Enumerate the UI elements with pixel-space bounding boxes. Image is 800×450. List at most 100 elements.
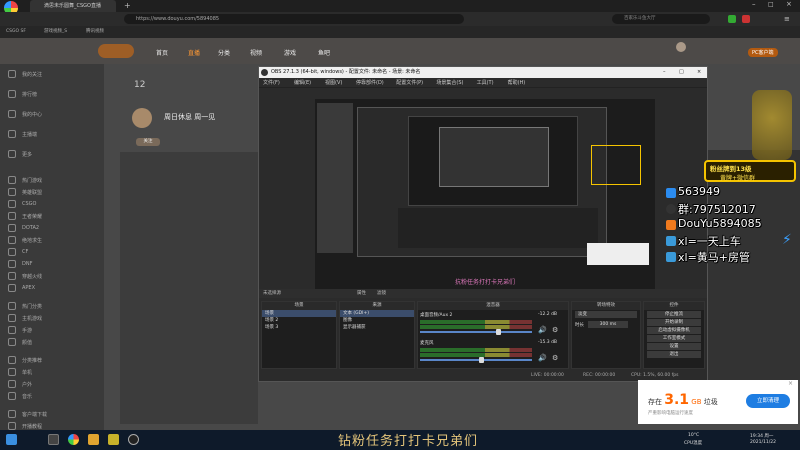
browser-taskbar-icon[interactable] — [68, 434, 79, 445]
obs-menu-item[interactable]: 配置文件(P) — [396, 79, 423, 87]
obs-taskbar-icon[interactable] — [128, 434, 139, 445]
speaker-icon[interactable]: 🔊 — [538, 354, 547, 362]
volume-slider-handle[interactable] — [495, 329, 501, 335]
sidebar-item[interactable]: 热门分类 — [0, 302, 100, 311]
new-tab-icon[interactable]: + — [124, 0, 131, 12]
douyu-logo[interactable] — [98, 44, 134, 58]
obs-menu-item[interactable]: 工具(T) — [477, 79, 494, 87]
sidebar-item-label: CF — [22, 249, 29, 255]
sidebar-item[interactable]: 主机游戏 — [0, 314, 100, 323]
extension-icon[interactable] — [742, 15, 750, 23]
scene-item[interactable]: 场景 — [262, 310, 336, 317]
sidebar-item[interactable]: 手游 — [0, 326, 100, 335]
obs-menu-item[interactable]: 帮助(H) — [508, 79, 526, 87]
close-icon[interactable]: × — [786, 0, 792, 8]
scene-item[interactable]: 场景 3 — [262, 324, 336, 331]
source-item[interactable]: 图像 — [340, 317, 414, 324]
sidebar-item[interactable]: 颜值 — [0, 338, 100, 347]
obs-minimize-icon[interactable]: – — [663, 67, 666, 78]
tab-douyu[interactable]: 滴思未乐圆舞_CSGO直播 — [30, 0, 116, 12]
sidebar-item[interactable]: 我的中心 — [0, 110, 100, 119]
sidebar-item[interactable]: 热门游戏 — [0, 176, 100, 185]
folder-icon[interactable] — [88, 434, 99, 445]
sidebar-item[interactable]: 音乐 — [0, 392, 100, 401]
sidebar-item[interactable]: 分类推荐 — [0, 356, 100, 365]
nav-yuba[interactable]: 鱼吧 — [318, 48, 330, 57]
sidebar-item-label: 穿越火线 — [22, 274, 43, 280]
nav-live[interactable]: 直播 — [188, 48, 200, 57]
windows-start-icon[interactable] — [6, 434, 17, 445]
video-stage[interactable] — [120, 152, 258, 424]
obs-menu-item[interactable]: 停靠部件(D) — [356, 79, 384, 87]
scene-item[interactable]: 场景 2 — [262, 317, 336, 324]
studio-mode-button[interactable]: 工作室模式 — [647, 335, 701, 342]
sidebar-item[interactable]: 排行榜 — [0, 90, 100, 99]
bookmark-item[interactable]: 腾讯视频 — [86, 27, 104, 37]
speaker-icon[interactable]: 🔊 — [538, 326, 547, 334]
sidebar-item[interactable]: 穿越火线 — [0, 272, 100, 281]
source-item[interactable]: 文本 (GDI+) — [340, 310, 414, 317]
obs-preview[interactable]: 抗粉任务打打卡兄弟们 — [315, 99, 655, 289]
sidebar-item[interactable]: 主播端 — [0, 130, 100, 139]
chat-icon — [666, 252, 676, 262]
source-item[interactable]: 显示器捕获 — [340, 324, 414, 331]
obs-menu-item[interactable]: 场景集合(S) — [436, 79, 463, 87]
minimize-icon[interactable]: – — [752, 0, 756, 8]
volume-slider[interactable] — [420, 357, 532, 363]
obs-menu-item[interactable]: 视图(V) — [325, 79, 342, 87]
sidebar-item-label: 英雄联盟 — [22, 190, 43, 196]
obs-menu-item[interactable]: 文件(F) — [263, 79, 280, 87]
cleanup-button[interactable]: 立即清理 — [746, 394, 790, 408]
duration-input[interactable]: 300 ms — [588, 321, 628, 328]
count-text: 12 — [134, 80, 146, 90]
streamer-avatar[interactable] — [132, 108, 152, 128]
volume-slider[interactable] — [420, 329, 532, 335]
sidebar-item[interactable]: 王者荣耀 — [0, 212, 100, 221]
sidebar-item[interactable]: APEX — [0, 284, 100, 293]
sidebar-item[interactable]: 客户端下载 — [0, 410, 100, 419]
cleanup-ad[interactable]: 存在 3.1 GB 垃圾 严重影响电脑运行速度 立即清理 × — [638, 380, 798, 424]
sidebar-item[interactable]: 英雄联盟 — [0, 188, 100, 197]
transition-select[interactable]: 淡变 — [575, 311, 637, 318]
volume-slider-handle[interactable] — [479, 357, 485, 363]
start-recording-button[interactable]: 开始录制 — [647, 319, 701, 326]
sidebar-item[interactable]: 绝地求生 — [0, 236, 100, 245]
nav-video[interactable]: 视频 — [250, 48, 262, 57]
sidebar-item[interactable]: 户外 — [0, 380, 100, 389]
nav-games[interactable]: 游戏 — [284, 48, 296, 57]
pc-client-badge[interactable]: PC客户端 — [748, 48, 778, 57]
obs-menu-item[interactable]: 编辑(E) — [294, 79, 311, 87]
app-icon[interactable] — [108, 434, 119, 445]
sidebar-item[interactable]: CF — [0, 248, 100, 257]
task-view-icon[interactable] — [48, 434, 59, 445]
sidebar-item[interactable]: 更多 — [0, 150, 100, 159]
sidebar-item[interactable]: 单机 — [0, 368, 100, 377]
sidebar-item[interactable]: CSGO — [0, 200, 100, 209]
ad-prefix: 存在 — [648, 398, 662, 406]
exit-button[interactable]: 退出 — [647, 351, 701, 358]
stop-stream-button[interactable]: 停止推流 — [647, 311, 701, 318]
ad-close-icon[interactable]: × — [788, 380, 793, 387]
search-input[interactable]: 百家乐斗鱼大厅 — [612, 14, 710, 24]
nav-category[interactable]: 分类 — [218, 48, 230, 57]
follow-button[interactable]: 关注 — [136, 138, 160, 146]
virtual-camera-button[interactable]: 启动虚拟摄像机 — [647, 327, 701, 334]
sidebar-item[interactable]: 我的关注 — [0, 70, 100, 79]
bookmark-item[interactable]: 游戏视频_S — [44, 27, 67, 37]
menu-icon[interactable]: ≡ — [784, 15, 790, 23]
settings-button[interactable]: 设置 — [647, 343, 701, 350]
sidebar-item[interactable]: DNF — [0, 260, 100, 269]
gear-icon[interactable]: ⚙ — [552, 354, 558, 362]
sidebar-item[interactable]: DOTA2 — [0, 224, 100, 233]
gear-icon[interactable]: ⚙ — [552, 326, 558, 334]
props-button[interactable]: 属性 — [357, 289, 366, 298]
address-input[interactable]: https://www.douyu.com/5894085 — [124, 14, 464, 24]
user-avatar[interactable] — [676, 42, 686, 52]
obs-maximize-icon[interactable]: □ — [679, 67, 684, 78]
extension-icon[interactable] — [728, 15, 736, 23]
maximize-icon[interactable]: □ — [768, 1, 774, 8]
nav-home[interactable]: 首页 — [156, 48, 168, 57]
obs-close-icon[interactable]: × — [697, 67, 701, 78]
filters-button[interactable]: 滤镜 — [377, 289, 386, 298]
bookmark-item[interactable]: CSGO SF — [6, 27, 26, 37]
